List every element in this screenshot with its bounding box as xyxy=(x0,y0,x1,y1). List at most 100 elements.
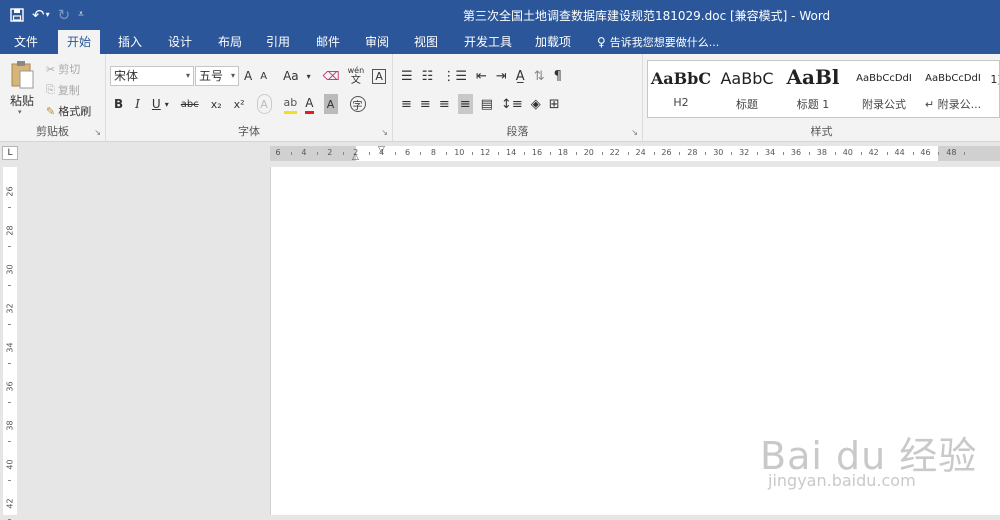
left-indent-marker[interactable]: △ xyxy=(352,152,359,162)
paste-icon[interactable] xyxy=(10,60,34,90)
tab-references[interactable]: 引用 xyxy=(266,30,290,54)
cut-button[interactable]: ✂ 剪切 xyxy=(46,61,80,77)
clipboard-group: 粘贴 ▾ ✂ 剪切 ⎘ 复制 ✎ 格式刷 剪贴板 ↘ xyxy=(0,54,106,142)
ruler-tick xyxy=(601,152,603,155)
undo-icon[interactable]: ↶ ▾ xyxy=(32,4,50,26)
superscript-button[interactable]: x² xyxy=(234,94,245,114)
borders-icon[interactable]: ⊞ xyxy=(549,94,560,114)
clear-formatting-icon[interactable]: ⌫ xyxy=(323,66,340,86)
dialog-launcher-icon[interactable]: ↘ xyxy=(631,128,638,137)
phonetic-guide-button[interactable]: wén 文 xyxy=(348,66,365,86)
italic-button[interactable]: I xyxy=(135,94,140,114)
grow-font-button[interactable]: A xyxy=(244,66,252,86)
font-name-combo[interactable]: 宋体 ▾ xyxy=(110,66,194,86)
tab-layout[interactable]: 布局 xyxy=(218,30,242,54)
dialog-launcher-icon[interactable]: ↘ xyxy=(381,128,388,137)
numbering-icon[interactable]: ☷ xyxy=(422,66,434,86)
horizontal-ruler[interactable]: 6 4 2 2 4 6 8 10 12 14 16 18 20 22 24 26 28 30 32 34 36 38 40 4… xyxy=(270,145,1000,162)
ruler-tick xyxy=(938,152,940,155)
tell-me-text: 告诉我您想要做什么... xyxy=(609,36,720,49)
multilevel-list-icon[interactable]: ⋮☰ xyxy=(442,66,467,86)
enclose-characters-button[interactable]: 字 xyxy=(349,96,366,112)
ruler-tick xyxy=(731,152,733,155)
chevron-down-icon[interactable]: ▾ xyxy=(165,94,169,114)
shrink-font-button[interactable]: A xyxy=(260,66,267,86)
ruler-tick xyxy=(886,152,888,155)
ruler-tick xyxy=(575,152,577,155)
font-size-tools: A A Aa ▾ ⌫ wén 文 A xyxy=(244,66,387,86)
distributed-icon[interactable]: ▤ xyxy=(481,94,493,114)
ruler-tick xyxy=(368,152,370,155)
vertical-ruler[interactable]: 26 28 30 32 34 36 38 40 42 xyxy=(3,167,17,520)
ruler-number: 30 xyxy=(713,148,724,157)
tab-developer[interactable]: 开发工具 xyxy=(464,30,512,54)
format-painter-button[interactable]: ✎ 格式刷 xyxy=(46,103,91,119)
dialog-launcher-icon[interactable]: ↘ xyxy=(94,128,101,137)
tab-file[interactable]: 文件 xyxy=(14,30,38,54)
tell-me-box[interactable]: ♀ 告诉我您想要做什么... xyxy=(597,30,719,54)
highlight-color-button[interactable]: ab xyxy=(283,94,298,114)
ruler-number: 12 xyxy=(480,148,491,157)
paste-button[interactable]: 粘贴 xyxy=(10,92,34,109)
ruler-number: 34 xyxy=(5,342,15,353)
chevron-down-icon: ▾ xyxy=(185,71,190,80)
paste-dropdown-icon[interactable]: ▾ xyxy=(18,108,22,116)
align-right-icon[interactable]: ≡ xyxy=(439,94,450,114)
ruler-tick xyxy=(757,152,759,155)
ruler-tick xyxy=(290,152,292,155)
copy-button[interactable]: ⎘ 复制 xyxy=(46,82,80,98)
tab-review[interactable]: 审阅 xyxy=(365,30,389,54)
sort-icon[interactable]: ⇅ xyxy=(534,66,545,86)
tab-mailings[interactable]: 邮件 xyxy=(316,30,340,54)
change-case-button[interactable]: Aa xyxy=(283,66,299,86)
tab-addins[interactable]: 加载项 xyxy=(535,30,571,54)
phonetic-char: 文 xyxy=(350,75,361,86)
character-border-button[interactable]: A xyxy=(372,68,387,84)
tab-home[interactable]: 开始 xyxy=(58,30,101,54)
ruler-tick xyxy=(860,152,862,155)
shading-icon[interactable]: ◈ xyxy=(531,94,541,114)
tab-design[interactable]: 设计 xyxy=(168,30,192,54)
customize-qat-icon[interactable]: ⩡ xyxy=(78,4,84,26)
justify-icon[interactable]: ≡ xyxy=(457,94,473,114)
redo-icon[interactable]: ↻ xyxy=(58,4,71,26)
styles-group: 样式 xyxy=(643,54,1000,142)
align-left-icon[interactable]: ≡ xyxy=(401,94,412,114)
chevron-down-icon[interactable]: ▾ xyxy=(307,66,311,86)
ruler-number: 26 xyxy=(5,186,15,197)
ribbon-tabs: 文件 开始 插入 设计 布局 引用 邮件 审阅 视图 开发工具 加载项 ♀ 告诉我… xyxy=(0,30,1000,54)
bold-button[interactable]: B xyxy=(114,94,123,114)
increase-indent-icon[interactable]: ⇥ xyxy=(496,66,507,86)
tab-selector[interactable]: L xyxy=(2,146,18,160)
first-line-indent-marker[interactable]: ▽ xyxy=(378,145,385,155)
ruler-tick xyxy=(420,152,422,155)
chinese-layout-icon[interactable]: A̲ xyxy=(516,66,525,86)
character-shading-button[interactable]: A xyxy=(323,94,338,114)
decrease-indent-icon[interactable]: ⇤ xyxy=(476,66,487,86)
font-group-label: 字体 xyxy=(238,125,260,138)
bullets-icon[interactable]: ☰ xyxy=(401,66,413,86)
ruler-tick xyxy=(8,479,11,481)
tab-view[interactable]: 视图 xyxy=(414,30,438,54)
align-center-icon[interactable]: ≡ xyxy=(420,94,431,114)
font-color-button[interactable]: A xyxy=(305,94,314,114)
ruler-number: 36 xyxy=(790,148,802,157)
ruler-number: 34 xyxy=(765,148,776,157)
show-marks-icon[interactable]: ¶ xyxy=(554,66,562,86)
ruler-tick xyxy=(8,323,11,325)
lightbulb-icon: ♀ xyxy=(597,35,606,49)
subscript-button[interactable]: x₂ xyxy=(211,94,222,114)
strikethrough-button[interactable]: abc xyxy=(181,94,199,114)
tab-insert[interactable]: 插入 xyxy=(118,30,142,54)
ruler-number: 28 xyxy=(5,225,15,236)
quick-access-toolbar: ↶ ▾ ↻ ⩡ xyxy=(10,4,84,26)
text-effects-button[interactable]: A xyxy=(256,94,272,114)
watermark-url: jingyan.baidu.com xyxy=(768,471,916,490)
align-tools: ≡ ≡ ≡ ≡ ▤ ↕≡ ◈ ⊞ xyxy=(401,94,560,114)
save-icon[interactable] xyxy=(10,4,24,26)
line-spacing-icon[interactable]: ↕≡ xyxy=(501,94,523,114)
font-size-combo[interactable]: 五号 ▾ xyxy=(195,66,239,86)
ruler-number: 40 xyxy=(5,459,15,470)
underline-button[interactable]: U xyxy=(152,94,161,114)
ruler-tick xyxy=(964,152,966,155)
